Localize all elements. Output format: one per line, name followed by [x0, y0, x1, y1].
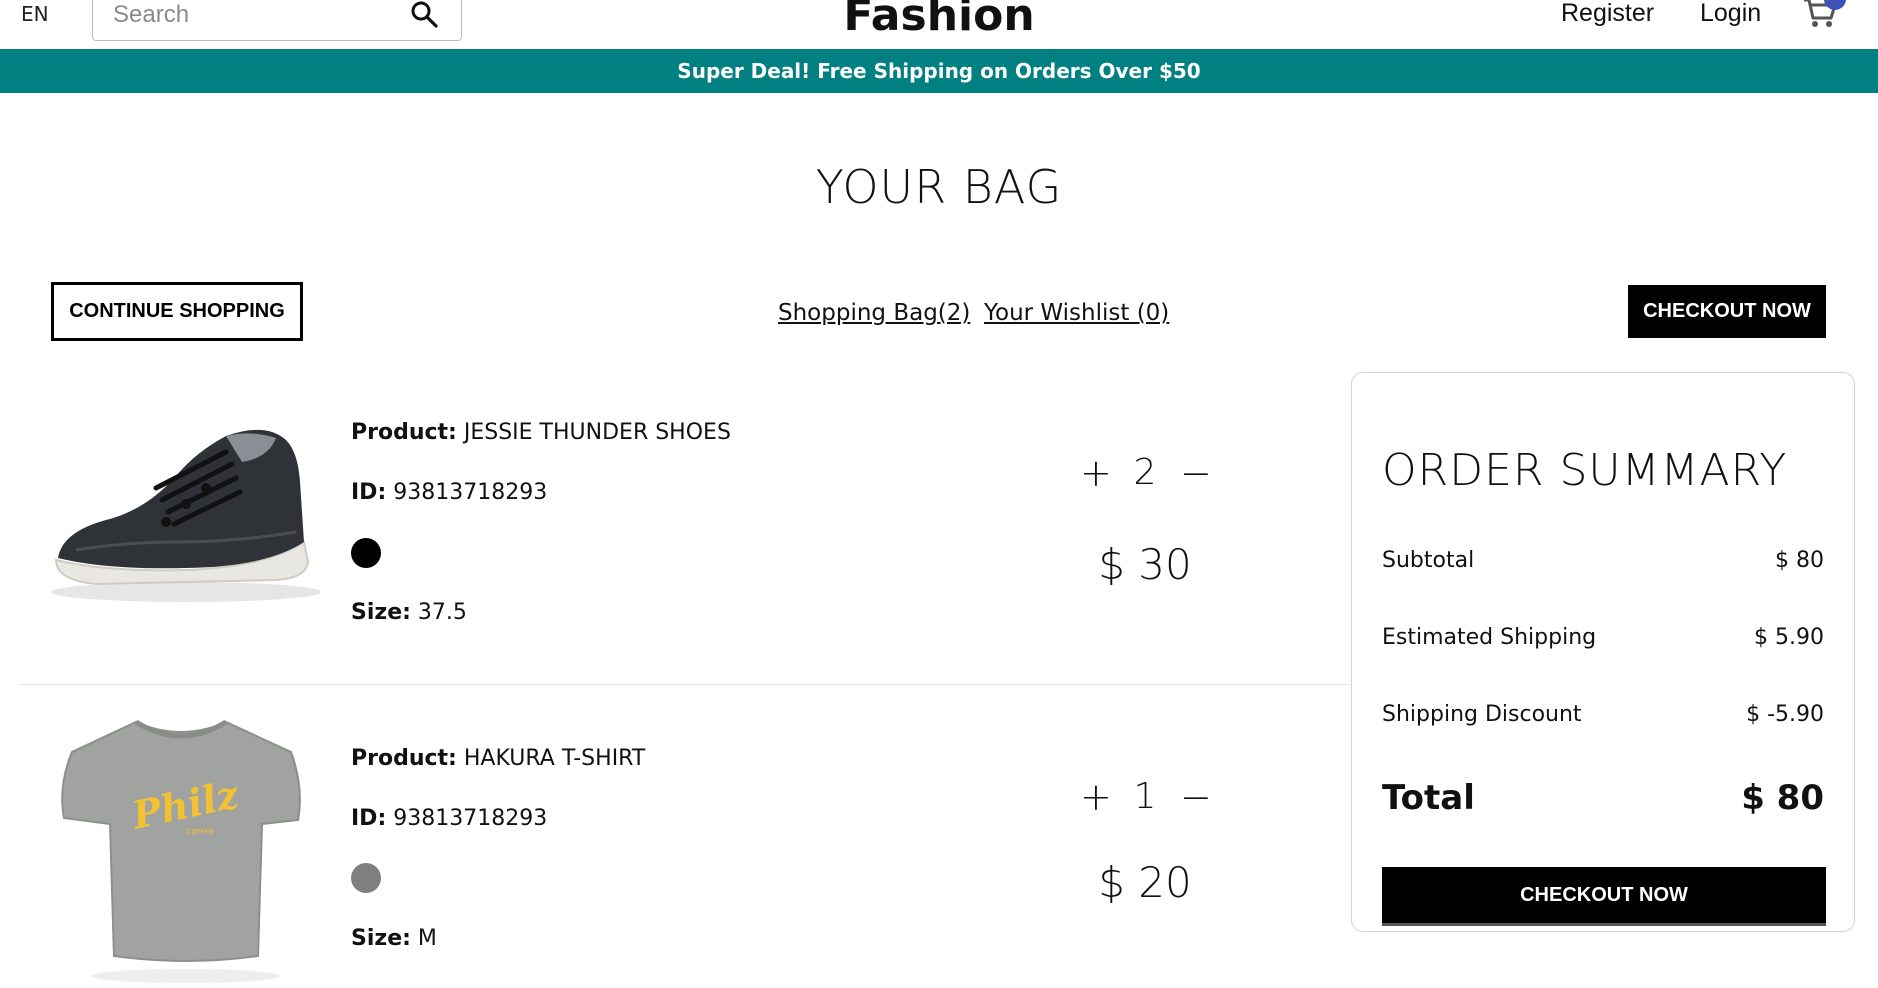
product-size: Size: M — [351, 926, 437, 951]
product-size-value: M — [417, 926, 437, 951]
login-link[interactable]: Login — [1700, 0, 1761, 29]
product-name-value: HAKURA T-SHIRT — [463, 746, 646, 771]
size-label: Size: — [351, 926, 411, 951]
checkout-now-button[interactable]: CHECKOUT NOW — [1382, 867, 1826, 926]
product-id: ID: 93813718293 — [351, 480, 547, 505]
product-color-swatch — [351, 538, 381, 568]
id-label: ID: — [351, 480, 387, 505]
product-label: Product: — [351, 746, 457, 771]
register-link[interactable]: Register — [1561, 0, 1654, 29]
discount-value: $ -5.90 — [1746, 702, 1824, 727]
subtotal-value: $ 80 — [1775, 548, 1824, 573]
sneaker-image[interactable] — [36, 392, 326, 632]
increase-quantity-button[interactable]: + — [1080, 453, 1112, 493]
size-label: Size: — [351, 600, 411, 625]
product-label: Product: — [351, 420, 457, 445]
product-size: Size: 37.5 — [351, 600, 467, 625]
product-size-value: 37.5 — [417, 600, 467, 625]
shipping-value: $ 5.90 — [1754, 625, 1824, 650]
checkout-now-button-top[interactable]: CHECKOUT NOW — [1628, 285, 1826, 338]
id-label: ID: — [351, 806, 387, 831]
page-title: YOUR BAG — [815, 160, 1063, 214]
total-row: Total $ 80 — [1382, 778, 1824, 818]
total-label: Total — [1382, 778, 1475, 818]
announcement-bar: Super Deal! Free Shipping on Orders Over… — [0, 49, 1878, 93]
product-name: Product: JESSIE THUNDER SHOES — [351, 420, 731, 445]
shopping-bag-link[interactable]: Shopping Bag(2) — [778, 300, 970, 326]
product-id: ID: 93813718293 — [351, 806, 547, 831]
product-id-value: 93813718293 — [393, 806, 548, 831]
tshirt-print-subtext: COFFEE — [186, 828, 213, 836]
tshirt-image[interactable]: Philz COFFEE — [36, 708, 326, 988]
total-value: $ 80 — [1741, 778, 1824, 818]
order-summary: ORDER SUMMARY Subtotal $ 80 Estimated Sh… — [1351, 372, 1855, 932]
cart-item: Product: JESSIE THUNDER SHOES ID: 938137… — [20, 372, 1350, 684]
product-name: Product: HAKURA T-SHIRT — [351, 746, 645, 771]
quantity-value: 1 — [1133, 776, 1157, 817]
decrease-quantity-button[interactable]: − — [1180, 453, 1212, 493]
product-id-value: 93813718293 — [393, 480, 548, 505]
shipping-row: Estimated Shipping $ 5.90 — [1382, 625, 1824, 650]
increase-quantity-button[interactable]: + — [1080, 777, 1112, 817]
quantity-stepper: + 1 − — [1080, 776, 1212, 817]
discount-row: Shipping Discount $ -5.90 — [1382, 702, 1824, 727]
item-divider — [20, 684, 1350, 685]
decrease-quantity-button[interactable]: − — [1180, 777, 1212, 817]
order-summary-title: ORDER SUMMARY — [1382, 445, 1788, 496]
subtotal-row: Subtotal $ 80 — [1382, 548, 1824, 573]
subtotal-label: Subtotal — [1382, 548, 1475, 573]
product-color-swatch — [351, 863, 381, 893]
cart-item: Philz COFFEE Product: HAKURA T-SHIRT ID:… — [20, 686, 1350, 988]
shipping-label: Estimated Shipping — [1382, 625, 1597, 650]
discount-label: Shipping Discount — [1382, 702, 1582, 727]
continue-shopping-button[interactable]: CONTINUE SHOPPING — [51, 282, 303, 341]
quantity-value: 2 — [1133, 452, 1157, 493]
wishlist-link[interactable]: Your Wishlist (0) — [984, 300, 1169, 326]
product-name-value: JESSIE THUNDER SHOES — [463, 420, 731, 445]
product-price: $ 30 — [1098, 540, 1192, 589]
navbar: EN Fashion Register Login — [0, 0, 1878, 49]
quantity-stepper: + 2 − — [1080, 452, 1212, 493]
product-price: $ 20 — [1098, 858, 1192, 907]
